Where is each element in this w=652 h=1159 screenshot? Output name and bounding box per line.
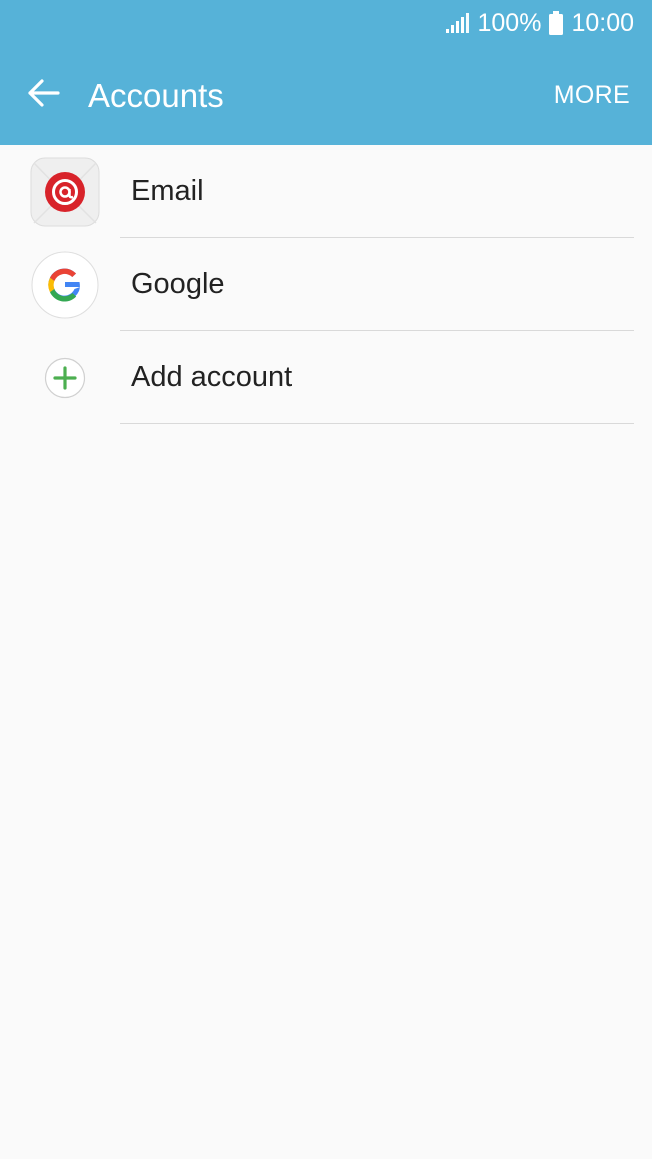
back-arrow-icon: [28, 79, 60, 112]
more-button[interactable]: MORE: [532, 46, 652, 145]
list-item-label: Email: [131, 175, 204, 207]
email-app-icon: [30, 157, 100, 227]
list-item-email[interactable]: Email: [0, 145, 652, 238]
clock: 10:00: [571, 8, 634, 37]
list-item-label: Google: [131, 268, 225, 300]
account-list: Email Google Add account: [0, 145, 652, 424]
app-bar: Accounts MORE: [0, 46, 652, 145]
add-icon: [30, 343, 100, 413]
back-button[interactable]: [0, 46, 88, 145]
list-item-label: Add account: [131, 361, 293, 393]
list-item-add-account[interactable]: Add account: [0, 331, 652, 424]
google-icon: [30, 250, 100, 320]
signal-icon: [445, 12, 470, 34]
page-title: Accounts: [88, 76, 224, 114]
list-item-google[interactable]: Google: [0, 238, 652, 331]
divider: [120, 423, 634, 424]
status-bar: 100% 10:00: [0, 0, 652, 46]
battery-percent: 100%: [477, 8, 542, 37]
battery-icon: [549, 11, 564, 35]
